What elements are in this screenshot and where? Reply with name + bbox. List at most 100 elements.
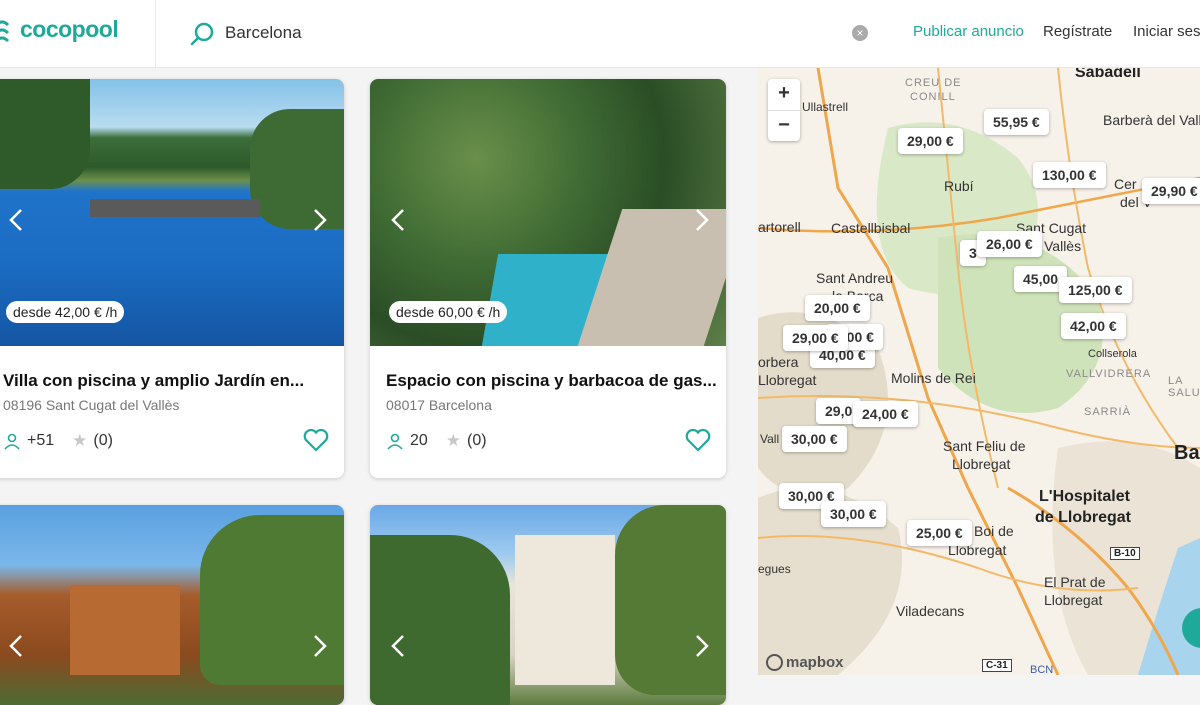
map-district-label: CREU DE — [905, 77, 962, 89]
price-marker[interactable]: 42,00 € — [1061, 313, 1126, 339]
price-marker[interactable]: 30,00 € — [821, 501, 886, 527]
price-marker[interactable]: 25,00 € — [907, 520, 972, 546]
map-place-label: Castellbisbal — [831, 220, 911, 236]
results-map[interactable]: + − Sabadell Barberà del Vallès CREU DE … — [758, 68, 1200, 675]
wooden-house-decoration — [70, 585, 180, 675]
house-decoration — [515, 535, 615, 685]
airport-label: BCN — [1030, 664, 1054, 675]
listing-meta: 20 ★ (0) — [386, 431, 487, 451]
logo-text: cocopool — [20, 16, 119, 42]
price-marker[interactable]: 130,00 € — [1033, 162, 1106, 188]
listing-card[interactable] — [0, 505, 344, 705]
rating-count: (0) — [467, 432, 487, 449]
trees-decoration — [0, 79, 90, 189]
map-place-label: egues — [758, 562, 791, 576]
map-place-label: Collserola — [1088, 348, 1137, 360]
next-photo-icon[interactable] — [306, 207, 332, 233]
person-icon — [387, 433, 403, 450]
mapbox-text: mapbox — [786, 654, 844, 671]
next-photo-icon[interactable] — [688, 633, 714, 659]
publish-listing-link[interactable]: Publicar anuncio — [913, 23, 1024, 40]
map-place-label: Cer — [1114, 176, 1137, 192]
map-place-label: Rubí — [944, 178, 974, 194]
map-place-label: L'Hospitalet — [1039, 488, 1130, 505]
rating-count: (0) — [93, 432, 113, 449]
guest-capacity: 20 — [410, 432, 428, 449]
guest-capacity: +51 — [27, 432, 55, 449]
road-label: B-10 — [1110, 547, 1140, 560]
map-place-label: Vallès — [1044, 238, 1082, 254]
mapbox-logo[interactable]: mapbox — [766, 654, 844, 671]
map-place-label: Ullastrell — [802, 100, 849, 114]
person-icon — [4, 433, 20, 450]
search-input[interactable]: Barcelona — [225, 23, 302, 43]
login-link[interactable]: Iniciar sesi — [1133, 23, 1200, 40]
price-marker[interactable]: 125,00 € — [1059, 277, 1132, 303]
listing-title[interactable]: Espacio con piscina y barbacoa de gas... — [386, 371, 717, 391]
road-label: C-31 — [982, 659, 1012, 672]
price-marker[interactable]: 20,00 € — [805, 295, 870, 321]
next-photo-icon[interactable] — [688, 207, 714, 233]
deck-decoration — [90, 199, 260, 217]
clear-search-icon[interactable]: × — [852, 25, 868, 41]
zoom-in-button[interactable]: + — [768, 79, 800, 110]
price-marker[interactable]: 29,00 € — [783, 325, 848, 351]
previous-photo-icon[interactable] — [386, 633, 412, 659]
map-place-label: Sabadell — [1075, 68, 1141, 81]
previous-photo-icon[interactable] — [4, 207, 30, 233]
listing-photo[interactable]: desde 60,00 € /h — [370, 79, 726, 346]
listing-card[interactable]: desde 60,00 € /h Espacio con piscina y b… — [370, 79, 726, 478]
favorite-heart-icon[interactable] — [685, 428, 711, 452]
price-marker[interactable]: 29,00 € — [898, 128, 963, 154]
price-marker[interactable]: 24,00 € — [853, 401, 918, 427]
map-place-label: Llobregat — [1044, 592, 1103, 608]
map-place-label: Sant Feliu de — [943, 438, 1026, 454]
map-place-label: El Prat de — [1044, 574, 1106, 590]
price-badge: desde 42,00 € /h — [6, 301, 125, 323]
price-marker[interactable]: 30,00 € — [782, 426, 847, 452]
price-marker[interactable]: 26,00 € — [977, 231, 1042, 257]
price-marker[interactable]: 55,95 € — [984, 109, 1049, 135]
listing-location: 08017 Barcelona — [386, 397, 492, 413]
listing-meta: +51 ★ (0) — [3, 431, 113, 451]
map-place-label: Boi de — [974, 523, 1014, 539]
map-place-label: orbera — [758, 354, 799, 370]
star-icon: ★ — [445, 431, 462, 450]
map-district-label: CONILL — [910, 91, 956, 103]
map-place-label: Molins de Rei — [891, 370, 976, 386]
map-place-label: Sant Andreu — [816, 270, 894, 286]
map-place-label: Vall — [760, 432, 780, 446]
map-place-label: Barberà del Vallès — [1103, 112, 1200, 128]
next-photo-icon[interactable] — [306, 633, 332, 659]
logo[interactable]: cocopool — [0, 0, 156, 68]
map-district-label: VALLVIDRERA — [1066, 368, 1152, 380]
listing-photo[interactable]: desde 42,00 € /h — [0, 79, 344, 346]
listing-photo[interactable] — [0, 505, 344, 705]
price-marker[interactable]: 29,90 € — [1142, 178, 1200, 204]
listing-title[interactable]: Villa con piscina y amplio Jardín en... — [3, 371, 304, 391]
map-place-label: Viladecans — [896, 603, 965, 619]
map-district-label: LA SALU — [1168, 375, 1200, 399]
tree-decoration — [200, 515, 344, 685]
map-place-label: artorell — [758, 219, 801, 235]
previous-photo-icon[interactable] — [386, 207, 412, 233]
tree-decoration — [615, 505, 726, 695]
listing-location: 08196 Sant Cugat del Vallès — [3, 397, 180, 413]
listing-card[interactable] — [370, 505, 726, 705]
search-bar[interactable]: Barcelona × — [190, 17, 880, 49]
map-place-label: Llobregat — [952, 456, 1011, 472]
listing-photo[interactable] — [370, 505, 726, 705]
mapbox-icon — [766, 654, 783, 671]
listing-card[interactable]: desde 42,00 € /h Villa con piscina y amp… — [0, 79, 344, 478]
tree-decoration — [370, 535, 510, 705]
previous-photo-icon[interactable] — [4, 633, 30, 659]
logo-wave-icon — [0, 20, 10, 43]
star-icon: ★ — [72, 431, 88, 450]
register-link[interactable]: Regístrate — [1043, 23, 1112, 40]
search-icon — [190, 22, 214, 46]
zoom-out-button[interactable]: − — [768, 110, 800, 141]
price-badge: desde 60,00 € /h — [389, 301, 508, 323]
favorite-heart-icon[interactable] — [303, 428, 329, 452]
zoom-controls: + − — [768, 79, 800, 141]
map-place-label: Ba — [1174, 442, 1200, 464]
